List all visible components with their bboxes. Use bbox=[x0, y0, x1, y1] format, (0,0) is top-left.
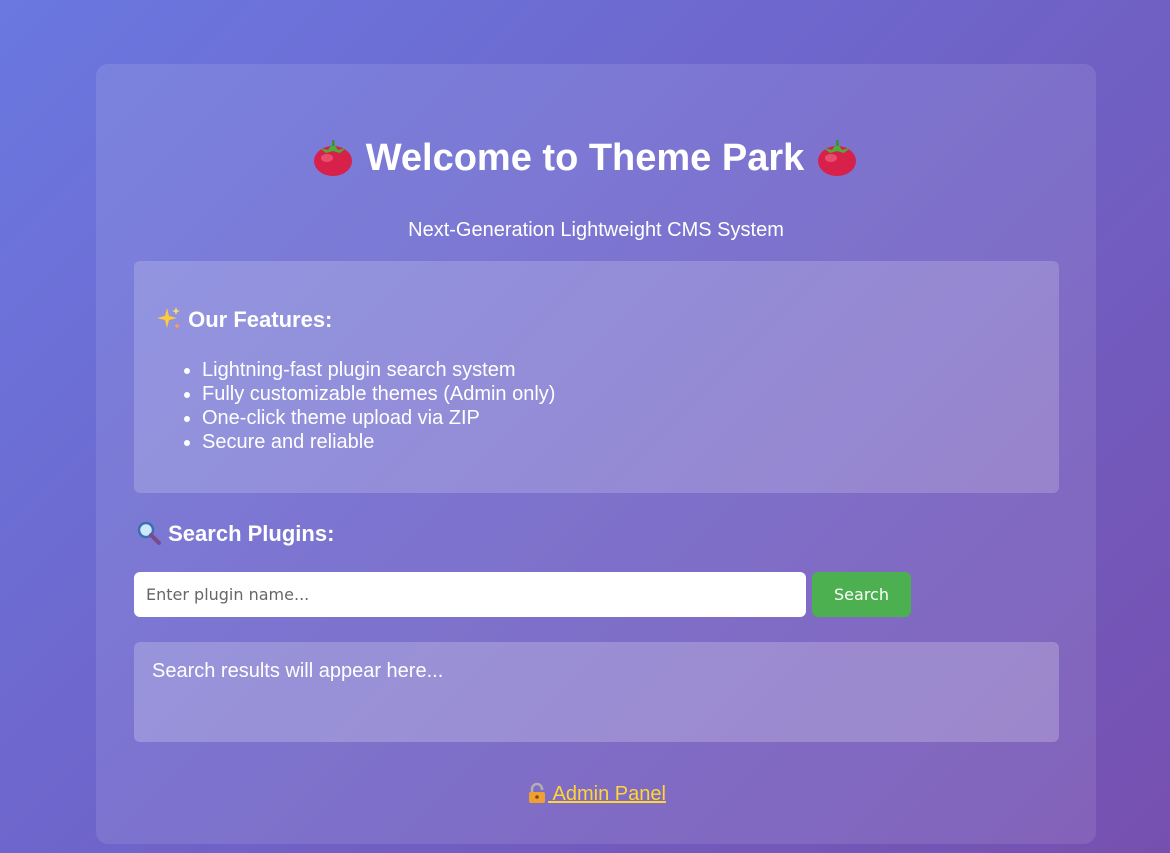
search-results: Search results will appear here... bbox=[134, 642, 1059, 742]
admin-link-container: Admin Panel bbox=[0, 781, 1170, 807]
search-heading: Search Plugins: bbox=[136, 519, 334, 549]
feature-item: Secure and reliable bbox=[202, 430, 555, 454]
features-heading: Our Features: bbox=[156, 305, 332, 335]
plugin-search-input[interactable] bbox=[134, 572, 806, 617]
search-results-text: Search results will appear here... bbox=[152, 660, 444, 682]
magnifier-icon bbox=[137, 521, 161, 546]
page-title: Welcome to Theme Park bbox=[0, 130, 1170, 186]
admin-panel-label: Admin Panel bbox=[552, 783, 666, 805]
admin-panel-link[interactable]: Admin Panel bbox=[526, 782, 666, 805]
feature-item: Lightning-fast plugin search system bbox=[202, 358, 555, 382]
features-heading-label: Our Features: bbox=[188, 307, 333, 332]
page-title-text: Welcome to Theme Park bbox=[365, 137, 805, 179]
page-subtitle: Next-Generation Lightweight CMS System bbox=[408, 219, 784, 241]
feature-item: One-click theme upload via ZIP bbox=[202, 406, 555, 430]
search-button[interactable]: Search bbox=[812, 572, 911, 617]
lock-icon bbox=[529, 782, 546, 803]
features-list: Lightning-fast plugin search system Full… bbox=[162, 358, 555, 454]
tomato-icon bbox=[818, 139, 857, 176]
features-panel: Our Features: Lightning-fast plugin sear… bbox=[134, 261, 1059, 493]
search-heading-label: Search Plugins: bbox=[168, 521, 335, 546]
feature-item: Fully customizable themes (Admin only) bbox=[202, 382, 555, 406]
sparkles-icon bbox=[157, 307, 180, 330]
tomato-icon bbox=[313, 139, 352, 176]
